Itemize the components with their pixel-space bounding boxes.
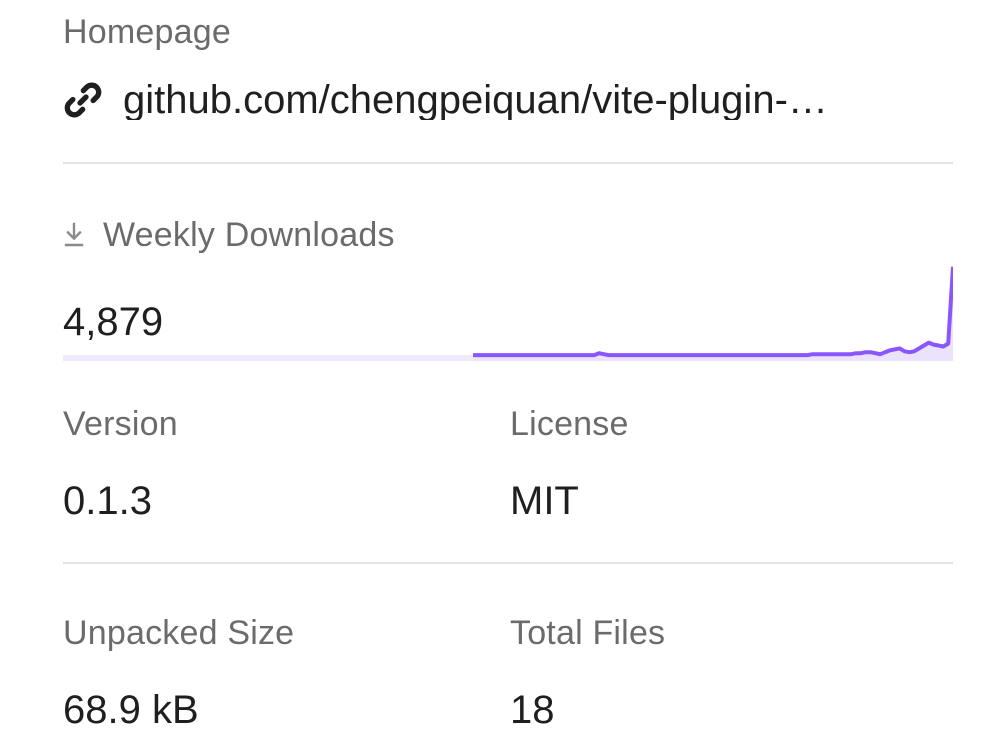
divider: [63, 162, 953, 164]
homepage-link[interactable]: github.com/chengpeiquan/vite-plugin-…: [63, 80, 828, 120]
download-icon: [63, 221, 85, 249]
total-files-value: 18: [510, 688, 555, 732]
license-label: License: [510, 405, 629, 443]
license-value: MIT: [510, 479, 579, 523]
divider: [63, 562, 953, 564]
homepage-label: Homepage: [63, 13, 231, 51]
version-label: Version: [63, 405, 178, 443]
sparkline-area: [473, 266, 953, 361]
license-stat: License MIT: [510, 407, 629, 521]
version-stat: Version 0.1.3: [63, 407, 178, 521]
weekly-downloads-sparkline[interactable]: [473, 258, 953, 361]
weekly-downloads-header: Weekly Downloads: [63, 218, 395, 252]
unpacked-size-stat: Unpacked Size 68.9 kB: [63, 616, 294, 730]
link-icon: [63, 80, 103, 120]
total-files-stat: Total Files 18: [510, 616, 665, 730]
package-sidebar: Homepage github.com/chengpeiquan/vite-pl…: [63, 0, 953, 746]
weekly-downloads-label: Weekly Downloads: [103, 216, 395, 254]
sparkline-line: [473, 266, 953, 358]
homepage-url: github.com/chengpeiquan/vite-plugin-…: [123, 80, 828, 120]
unpacked-size-value: 68.9 kB: [63, 688, 199, 732]
total-files-label: Total Files: [510, 614, 666, 652]
version-value: 0.1.3: [63, 479, 152, 523]
weekly-downloads-count: 4,879: [63, 300, 164, 344]
unpacked-size-label: Unpacked Size: [63, 614, 295, 652]
